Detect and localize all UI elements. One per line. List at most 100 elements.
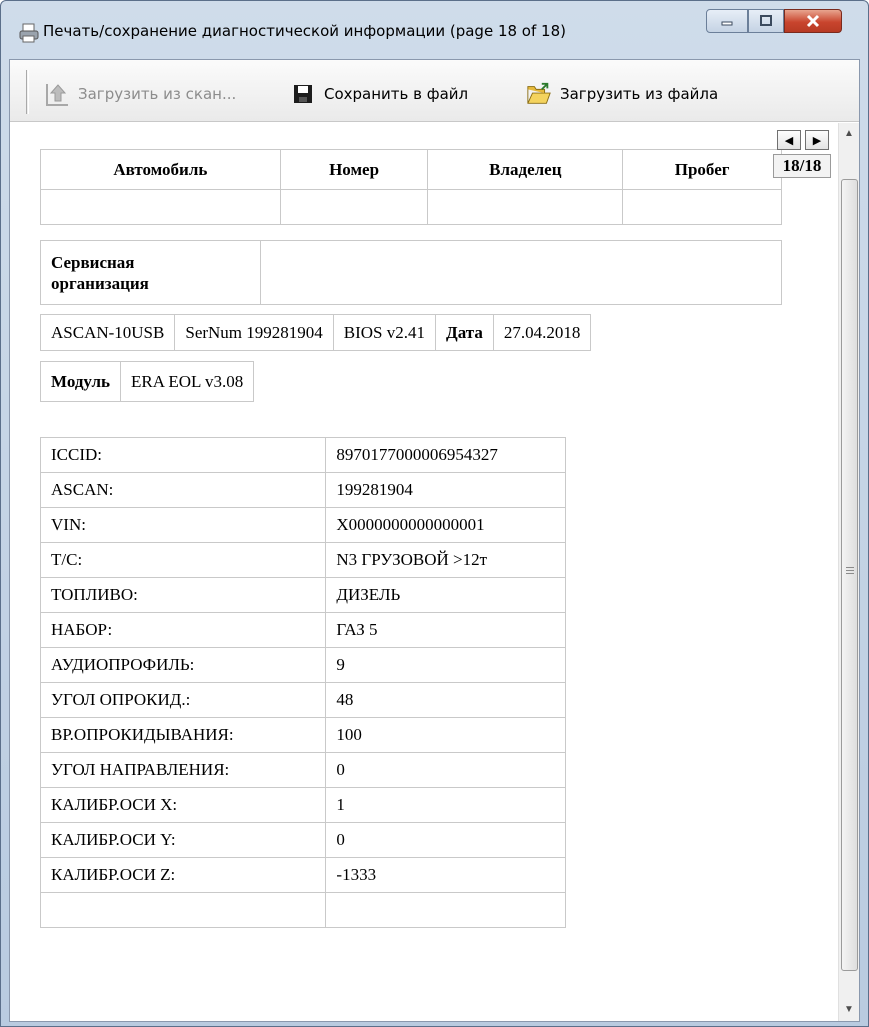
- load-from-scanner-label: Загрузить из скан...: [78, 85, 237, 103]
- parameter-value: 1: [325, 787, 566, 823]
- scroll-down-arrow-icon[interactable]: ▼: [839, 999, 859, 1019]
- parameter-value: -1333: [325, 857, 566, 893]
- header-number: Номер: [279, 149, 429, 190]
- parameter-name: КАЛИБР.ОСИ X:: [39, 787, 327, 823]
- toolbar-grip[interactable]: [26, 70, 29, 114]
- parameter-row: КАЛИБР.ОСИ Y: 0: [39, 822, 566, 858]
- device-serial: SerNum 199281904: [174, 314, 334, 351]
- parameter-name: УГОЛ НАПРАВЛЕНИЯ:: [39, 752, 327, 788]
- parameter-name: ВР.ОПРОКИДЫВАНИЯ:: [39, 717, 327, 753]
- parameter-name: КАЛИБР.ОСИ Z:: [39, 857, 327, 893]
- title-bar[interactable]: Печать/сохранение диагностической информ…: [1, 1, 868, 59]
- parameter-row: T/C: N3 ГРУЗОВОЙ >12т: [39, 542, 566, 578]
- date-label: Дата: [435, 314, 494, 351]
- minimize-icon: [721, 21, 733, 26]
- parameter-value: N3 ГРУЗОВОЙ >12т: [325, 542, 566, 578]
- parameter-name: ТОПЛИВО:: [39, 577, 327, 613]
- parameter-name: ICCID:: [39, 437, 327, 473]
- parameter-value: X0000000000000001: [325, 507, 566, 543]
- service-label: Сервисная организация: [40, 240, 261, 305]
- printer-icon: [19, 23, 39, 43]
- parameter-row: УГОЛ НАПРАВЛЕНИЯ: 0: [39, 752, 566, 788]
- parameter-value: [325, 892, 566, 928]
- minimize-button[interactable]: [706, 9, 748, 33]
- service-label-line1: Сервисная: [51, 252, 135, 272]
- vehicle-table: Автомобиль Номер Владелец Пробег: [40, 149, 782, 225]
- parameter-name: T/C:: [39, 542, 327, 578]
- parameter-row: ICCID: 8970177000006954327: [39, 437, 566, 473]
- parameter-name: VIN:: [39, 507, 327, 543]
- maximize-icon: [760, 15, 772, 26]
- vehicle-value: [40, 189, 281, 225]
- scan-upload-icon: [44, 81, 70, 107]
- load-from-file-label: Загрузить из файла: [560, 85, 719, 103]
- window-title: Печать/сохранение диагностической информ…: [43, 22, 566, 40]
- maximize-button[interactable]: [748, 9, 784, 33]
- parameter-row: АУДИОПРОФИЛЬ: 9: [39, 647, 566, 683]
- load-from-file-button[interactable]: Загрузить из файла: [526, 80, 718, 108]
- service-label-line2: организация: [51, 273, 149, 293]
- parameter-row: ТОПЛИВО: ДИЗЕЛЬ: [39, 577, 566, 613]
- scroll-up-arrow-icon[interactable]: ▲: [839, 123, 859, 143]
- prev-page-button[interactable]: ◀: [777, 130, 801, 150]
- device-model: ASCAN-10USB: [39, 314, 176, 351]
- service-value: [260, 240, 782, 305]
- vertical-scrollbar[interactable]: ▲ ▼: [838, 123, 859, 1021]
- parameter-row: УГОЛ ОПРОКИД.: 48: [39, 682, 566, 718]
- parameter-name: [39, 892, 327, 928]
- toolbar: Загрузить из скан... Сохранить в файл За…: [10, 60, 859, 122]
- report-page: Автомобиль Номер Владелец Пробег ◀ ▶ 18/…: [10, 123, 859, 1021]
- parameter-row: КАЛИБР.ОСИ X: 1: [39, 787, 566, 823]
- header-mileage: Пробег: [622, 149, 782, 190]
- close-icon: [806, 14, 820, 28]
- date-value: 27.04.2018: [492, 314, 592, 351]
- page-indicator: 18/18: [773, 154, 831, 178]
- device-table: ASCAN-10USB SerNum 199281904 BIOS v2.41 …: [39, 314, 592, 351]
- parameter-value: ГАЗ 5: [325, 612, 566, 648]
- arrow-left-icon: ◀: [784, 134, 794, 147]
- parameter-row: VIN: X0000000000000001: [39, 507, 566, 543]
- floppy-disk-icon: [290, 81, 316, 107]
- device-bios: BIOS v2.41: [332, 314, 437, 351]
- parameter-value: ДИЗЕЛЬ: [325, 577, 566, 613]
- thumb-grip-icon: [846, 567, 854, 576]
- module-table: Модуль ERA EOL v3.08: [39, 361, 255, 402]
- header-owner: Владелец: [427, 149, 624, 190]
- mileage-value: [622, 189, 782, 225]
- scrollbar-thumb[interactable]: [841, 179, 858, 971]
- load-from-scanner-button[interactable]: Загрузить из скан...: [44, 80, 236, 108]
- arrow-right-icon: ▶: [812, 134, 822, 147]
- module-label: Модуль: [39, 361, 122, 402]
- parameter-name: УГОЛ ОПРОКИД.:: [39, 682, 327, 718]
- parameter-name: НАБОР:: [39, 612, 327, 648]
- save-to-file-button[interactable]: Сохранить в файл: [290, 80, 468, 108]
- parameter-row: НАБОР: ГАЗ 5: [39, 612, 566, 648]
- parameter-name: КАЛИБР.ОСИ Y:: [39, 822, 327, 858]
- open-folder-icon: [526, 81, 552, 107]
- parameter-value: 199281904: [325, 472, 566, 508]
- parameter-value: 0: [325, 822, 566, 858]
- parameter-value: 48: [325, 682, 566, 718]
- parameters-table: ICCID: 8970177000006954327 ASCAN: 199281904…: [39, 437, 566, 928]
- dialog-content: Загрузить из скан... Сохранить в файл За…: [9, 59, 860, 1022]
- owner-value: [427, 189, 624, 225]
- parameter-name: ASCAN:: [39, 472, 327, 508]
- header-vehicle: Автомобиль: [40, 149, 281, 190]
- number-value: [279, 189, 429, 225]
- parameter-row: КАЛИБР.ОСИ Z: -1333: [39, 857, 566, 893]
- parameter-row: ВР.ОПРОКИДЫВАНИЯ: 100: [39, 717, 566, 753]
- parameter-row: [39, 892, 566, 928]
- save-to-file-label: Сохранить в файл: [324, 85, 469, 103]
- close-button[interactable]: [784, 9, 842, 33]
- module-value: ERA EOL v3.08: [120, 361, 255, 402]
- parameter-value: 100: [325, 717, 566, 753]
- caption-buttons: [706, 9, 842, 33]
- parameter-value: 8970177000006954327: [325, 437, 566, 473]
- parameter-value: 9: [325, 647, 566, 683]
- service-table: Сервисная организация: [40, 240, 782, 305]
- parameter-name: АУДИОПРОФИЛЬ:: [39, 647, 327, 683]
- parameter-value: 0: [325, 752, 566, 788]
- page-navigator: ◀ ▶ 18/18: [773, 130, 831, 183]
- next-page-button[interactable]: ▶: [805, 130, 829, 150]
- dialog-window: Печать/сохранение диагностической информ…: [0, 0, 869, 1027]
